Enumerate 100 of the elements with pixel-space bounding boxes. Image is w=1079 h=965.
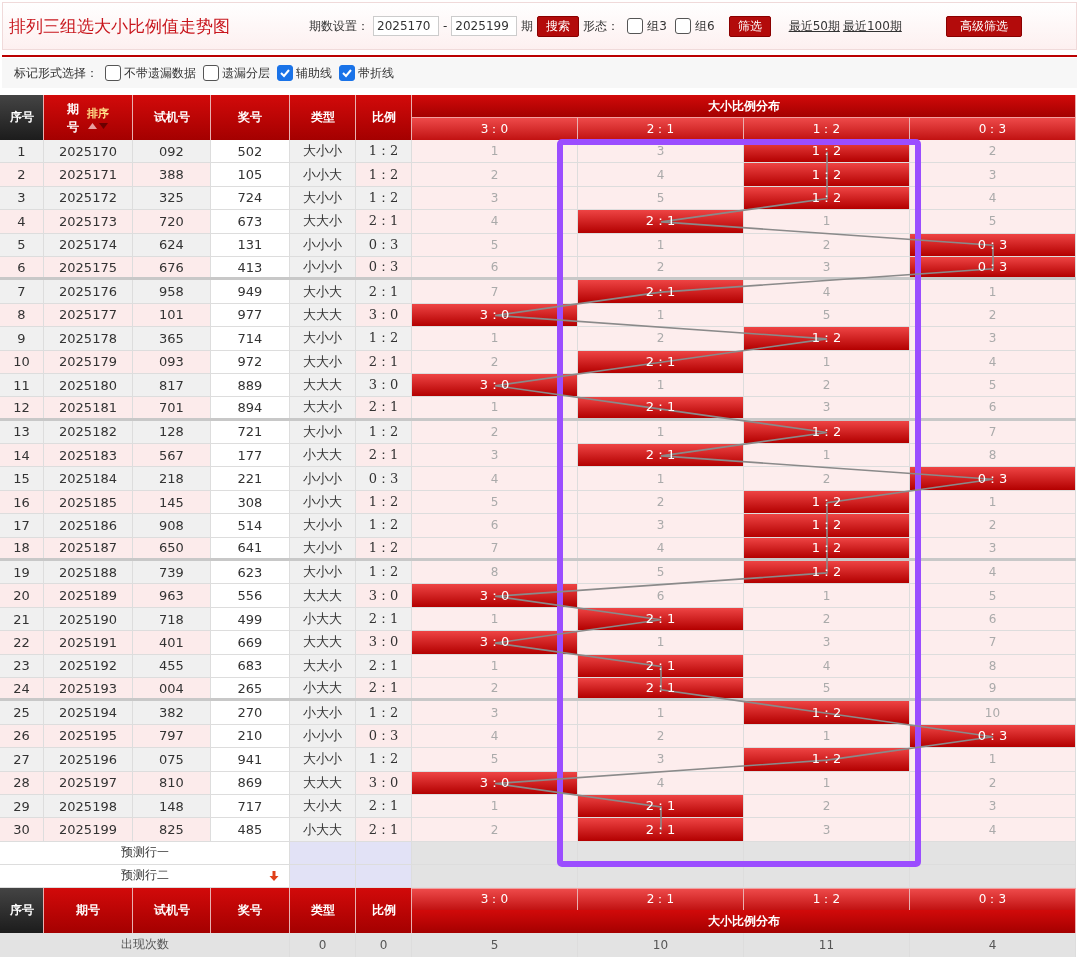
stat-value: 11: [744, 932, 910, 957]
type-cell: 大小小: [290, 561, 356, 584]
miss-count: 2: [988, 775, 997, 790]
ratio-cell: 1：2: [356, 537, 412, 559]
miss-count: 1: [988, 284, 997, 299]
checkbox[interactable]: [339, 65, 355, 81]
period-cell: 2025198: [44, 794, 133, 818]
seq-cell: 30: [0, 818, 44, 841]
checkbox-label: 辅助线: [296, 64, 332, 82]
hit-marker: 3：0: [412, 631, 577, 654]
miss-count: 1: [490, 144, 499, 159]
hit-marker: 2：1: [578, 818, 743, 841]
filter-button[interactable]: 筛选: [728, 15, 771, 37]
period-cell: 2025174: [44, 233, 133, 256]
type-cell: 大小小: [290, 420, 356, 444]
miss-count: 2: [490, 681, 499, 696]
ratio-cell: 0：3: [356, 256, 412, 278]
trial-number-cell: 624: [133, 233, 211, 256]
stat-value: 5: [412, 932, 578, 957]
seq-cell: 27: [0, 748, 44, 771]
ratio-cell: 0：3: [356, 467, 412, 490]
seq-cell: 11: [0, 373, 44, 397]
period-cell: 2025182: [44, 420, 133, 444]
period-separator: -: [443, 19, 448, 33]
trial-number-cell: 567: [133, 444, 211, 467]
column-header: 期号: [44, 887, 133, 933]
seq-cell: 16: [0, 490, 44, 514]
recent-periods-link[interactable]: 最近50期: [788, 17, 840, 35]
seq-cell: 5: [0, 233, 44, 256]
type-cell: 小小大: [290, 490, 356, 514]
type-cell: 大大大: [290, 631, 356, 654]
checkbox[interactable]: [277, 65, 293, 81]
ratio-cell: 2：1: [356, 794, 412, 818]
type-cell: 大大小: [290, 654, 356, 677]
miss-count: 1: [822, 214, 831, 229]
hit-marker: 2：1: [578, 210, 743, 233]
miss-count: 1: [656, 378, 665, 393]
column-header: 试机号: [133, 95, 211, 140]
miss-count: 7: [988, 635, 997, 650]
checkbox[interactable]: [675, 18, 691, 34]
type-cell: 小小小: [290, 724, 356, 748]
miss-count: 4: [490, 471, 499, 486]
miss-count: 1: [490, 799, 499, 814]
miss-count: 1: [988, 495, 997, 510]
search-button[interactable]: 搜索: [537, 15, 580, 37]
hit-marker: 1：2: [744, 163, 909, 186]
trial-number-cell: 810: [133, 771, 211, 794]
column-header: 0：3: [910, 887, 1076, 910]
down-arrow-icon[interactable]: [269, 870, 279, 881]
page-title: 排列三组选大小比例值走势图: [8, 14, 231, 38]
miss-count: 3: [988, 540, 997, 555]
checkbox[interactable]: [105, 65, 121, 81]
seq-cell: 25: [0, 701, 44, 724]
period-to-field[interactable]: 2025199: [451, 16, 518, 36]
period-cell: 2025176: [44, 280, 133, 303]
column-header: 2：1: [578, 887, 744, 910]
type-cell: 大小小: [290, 537, 356, 559]
recent-periods-link[interactable]: 最近100期: [842, 17, 902, 35]
seq-cell: 24: [0, 678, 44, 699]
trial-number-cell: 455: [133, 654, 211, 677]
trial-number-cell: 382: [133, 701, 211, 724]
advanced-filter-button[interactable]: 高级筛选: [945, 15, 1022, 37]
miss-count: 4: [656, 775, 665, 790]
ratio-cell: 2：1: [356, 654, 412, 677]
seq-cell: 12: [0, 397, 44, 418]
miss-count: 9: [988, 681, 997, 696]
stat-value: 0: [356, 932, 412, 957]
column-header: 大小比例分布: [412, 95, 1076, 117]
checkbox[interactable]: [627, 18, 644, 34]
column-header: 1：2: [744, 887, 910, 910]
miss-count: 1: [822, 354, 831, 369]
ratio-cell: 3：0: [356, 584, 412, 607]
trial-number-cell: 908: [133, 514, 211, 537]
seq-cell: 23: [0, 654, 44, 677]
miss-count: 3: [656, 144, 665, 159]
mark-options-label: 标记形式选择：: [14, 64, 98, 82]
hit-marker: 0：3: [910, 467, 1075, 490]
checkbox[interactable]: [203, 65, 219, 81]
miss-count: 1: [490, 400, 499, 415]
miss-count: 2: [822, 612, 831, 626]
miss-count: 4: [988, 354, 997, 369]
column-header: 类型: [290, 95, 356, 140]
sort-label[interactable]: 排序: [87, 105, 109, 121]
period-cell: 2025173: [44, 210, 133, 233]
period-from-field[interactable]: 2025170: [373, 16, 439, 36]
column-header-text: 期号: [67, 100, 79, 136]
type-cell: 小大大: [290, 444, 356, 467]
sort-arrows-icon[interactable]: [87, 120, 109, 130]
type-cell: 小小小: [290, 467, 356, 490]
ratio-cell: 0：3: [356, 233, 412, 256]
seq-cell: 20: [0, 584, 44, 607]
seq-cell: 9: [0, 327, 44, 350]
miss-count: 10: [984, 705, 1001, 720]
ratio-cell: 0：3: [356, 724, 412, 748]
checkbox-label: 组6: [695, 17, 715, 35]
type-cell: 大大小: [290, 397, 356, 418]
period-cell: 2025170: [44, 140, 133, 163]
miss-count: 8: [988, 448, 997, 463]
miss-count: 8: [490, 565, 499, 580]
miss-count: 2: [988, 307, 997, 322]
